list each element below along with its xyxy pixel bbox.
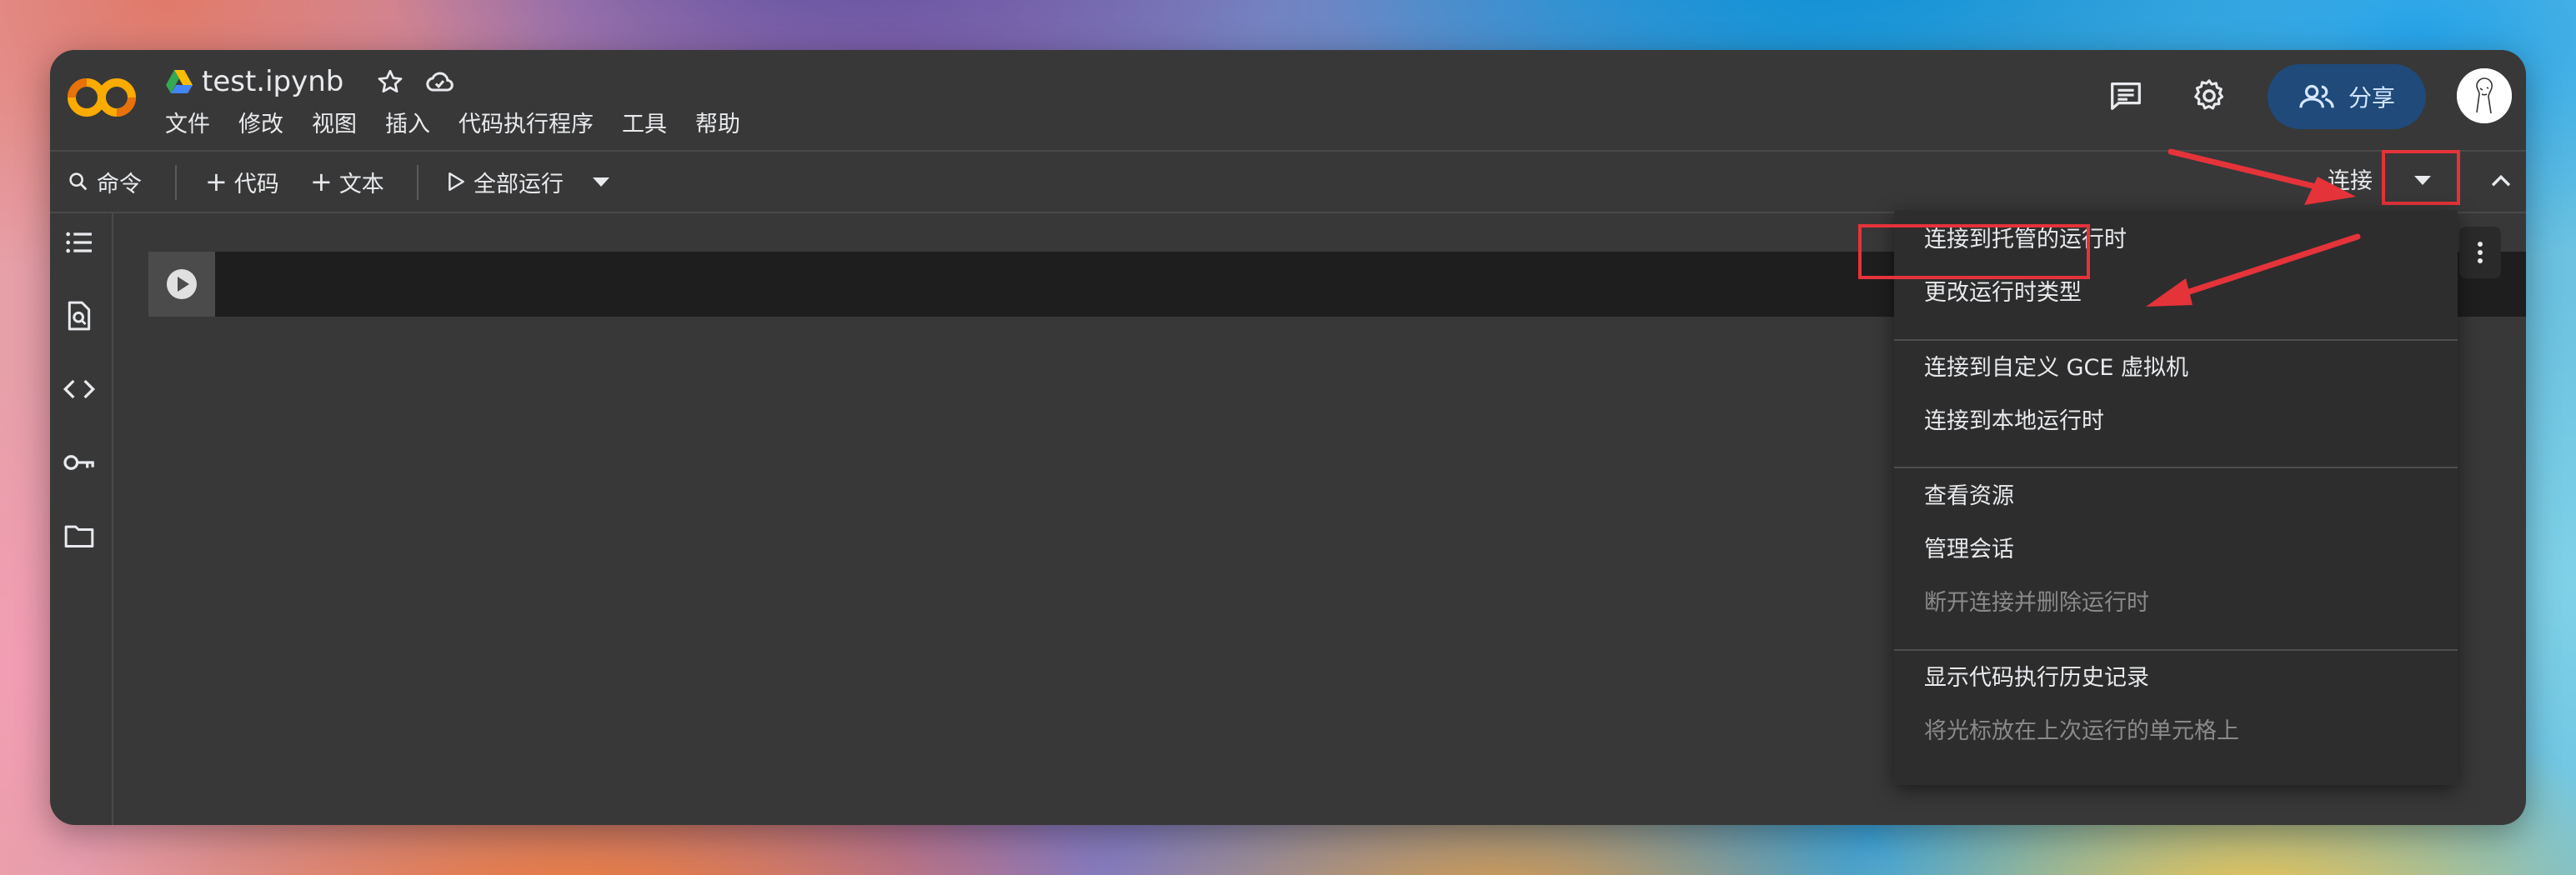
toolbar: 命令 + 代码 + 文本 全部运行 连接 bbox=[50, 150, 2526, 213]
plus-icon: + bbox=[310, 166, 333, 198]
plus-icon: + bbox=[205, 166, 228, 198]
connect-button[interactable]: 连接 bbox=[2328, 152, 2373, 212]
menubar: 文件 修改 视图 插入 代码执行程序 工具 帮助 bbox=[165, 110, 769, 140]
run-all-dropdown[interactable] bbox=[590, 152, 612, 212]
annotation-box bbox=[1858, 224, 2090, 279]
play-outline-icon bbox=[449, 172, 464, 192]
menu-insert[interactable]: 插入 bbox=[385, 110, 444, 140]
menu-divider bbox=[1894, 467, 2458, 468]
menu-file[interactable]: 文件 bbox=[165, 110, 223, 140]
search-icon bbox=[69, 172, 88, 191]
cell-more-button[interactable] bbox=[2459, 227, 2501, 278]
menu-runtime[interactable]: 代码执行程序 bbox=[459, 110, 607, 140]
menu-item-show-execution-history[interactable]: 显示代码执行历史记录 bbox=[1924, 662, 2149, 695]
folder-icon[interactable] bbox=[60, 517, 98, 555]
run-all-button[interactable]: 全部运行 bbox=[447, 152, 564, 212]
more-vert-icon bbox=[2478, 242, 2483, 263]
menu-item-connect-local-runtime[interactable]: 连接到本地运行时 bbox=[1924, 405, 2104, 438]
add-text-label: 文本 bbox=[338, 171, 384, 198]
cloud-icon[interactable] bbox=[422, 64, 457, 99]
menu-edit[interactable]: 修改 bbox=[238, 110, 297, 140]
menu-item-connect-gce-vm[interactable]: 连接到自定义 GCE 虚拟机 bbox=[1924, 352, 2188, 385]
menu-tools[interactable]: 工具 bbox=[622, 110, 680, 140]
caret-down-icon bbox=[593, 178, 609, 187]
command-label: 命令 bbox=[97, 171, 142, 198]
play-circle-icon bbox=[167, 269, 197, 299]
run-all-label: 全部运行 bbox=[474, 171, 564, 198]
menu-divider bbox=[1894, 339, 2458, 341]
comment-icon[interactable] bbox=[2105, 75, 2147, 117]
gear-icon[interactable] bbox=[2188, 75, 2230, 117]
add-text-button[interactable]: + 文本 bbox=[310, 152, 384, 212]
left-rail bbox=[50, 212, 113, 825]
chevron-up-icon[interactable] bbox=[2484, 165, 2518, 198]
drive-icon bbox=[166, 70, 193, 93]
code-snippets-icon[interactable] bbox=[60, 370, 98, 408]
menu-divider bbox=[1894, 649, 2458, 651]
colab-window: test.ipynb 文件 修改 视图 插入 代码执行程序 工具 帮助 分享 命… bbox=[50, 50, 2526, 825]
share-label: 分享 bbox=[2348, 84, 2395, 112]
menu-view[interactable]: 视图 bbox=[312, 110, 370, 140]
menu-item-view-resources[interactable]: 查看资源 bbox=[1924, 480, 2014, 513]
menu-help[interactable]: 帮助 bbox=[695, 110, 754, 140]
find-icon[interactable] bbox=[60, 297, 98, 335]
annotation-box bbox=[2382, 150, 2460, 205]
toc-icon[interactable] bbox=[60, 223, 98, 262]
share-button[interactable]: 分享 bbox=[2268, 64, 2426, 129]
menu-item-focus-last-run-cell: 将光标放在上次运行的单元格上 bbox=[1924, 718, 2239, 744]
command-palette-button[interactable]: 命令 bbox=[67, 152, 142, 212]
connect-dropdown-menu: 连接到托管的运行时 更改运行时类型 连接到自定义 GCE 虚拟机 连接到本地运行… bbox=[1894, 210, 2458, 785]
colab-logo[interactable] bbox=[67, 68, 137, 127]
toolbar-divider bbox=[417, 165, 418, 200]
menu-item-disconnect-delete-runtime: 断开连接并删除运行时 bbox=[1924, 590, 2149, 616]
run-cell-button[interactable] bbox=[148, 252, 215, 317]
add-code-button[interactable]: + 代码 bbox=[205, 152, 279, 212]
menu-item-change-runtime-type[interactable]: 更改运行时类型 bbox=[1924, 277, 2082, 310]
avatar[interactable] bbox=[2457, 68, 2512, 123]
add-code-label: 代码 bbox=[233, 171, 279, 198]
toolbar-divider bbox=[175, 165, 177, 200]
notebook-title[interactable]: test.ipynb bbox=[202, 63, 343, 100]
star-icon[interactable] bbox=[373, 65, 407, 98]
menu-item-manage-sessions[interactable]: 管理会话 bbox=[1924, 533, 2014, 567]
header: test.ipynb 文件 修改 视图 插入 代码执行程序 工具 帮助 分享 bbox=[50, 50, 2526, 150]
share-people-icon bbox=[2299, 84, 2334, 108]
secrets-key-icon[interactable] bbox=[60, 443, 98, 482]
